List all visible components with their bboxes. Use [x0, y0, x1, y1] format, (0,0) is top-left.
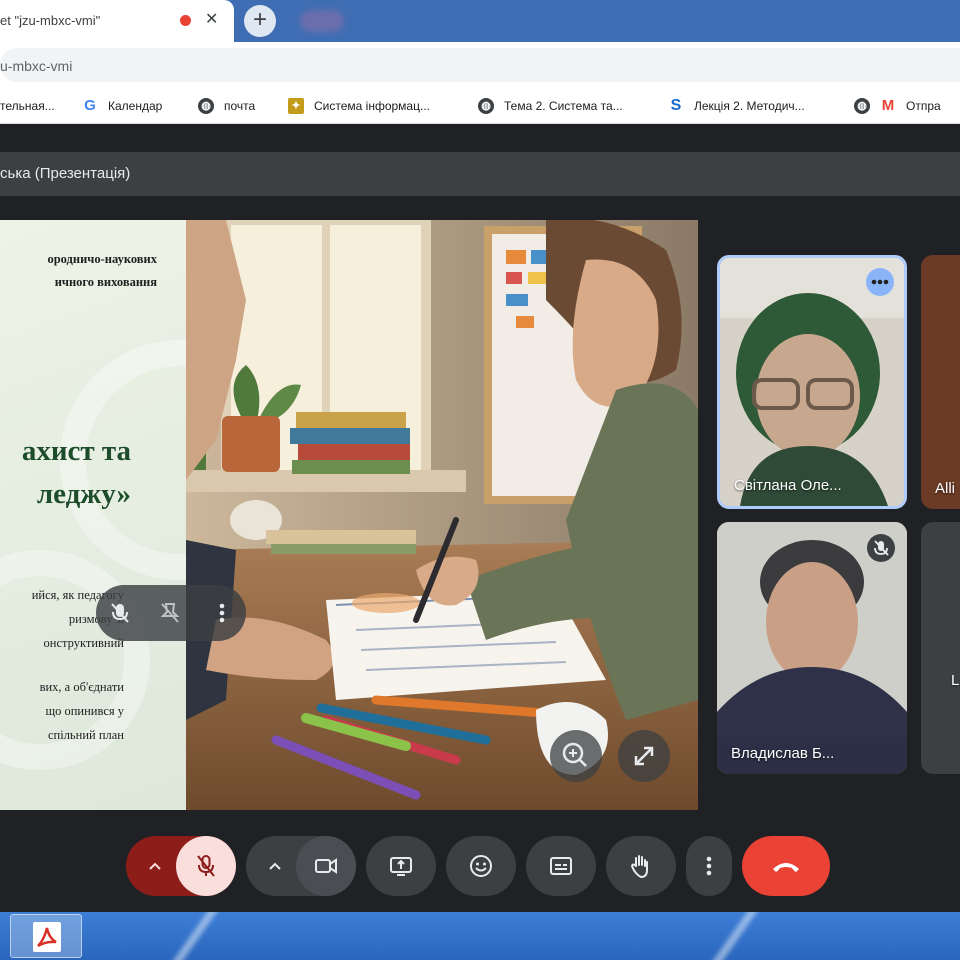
slide-text-panel: ородничо-наукових ичного виховання ахист…: [0, 220, 186, 810]
slide-subtitle-line: ородничо-наукових: [47, 252, 157, 266]
bookmark-label: почта: [224, 99, 256, 113]
tab-title: et "jzu-mbxc-vmi": [0, 13, 101, 28]
slide-subtitle-line: ичного виховання: [54, 275, 157, 289]
participant-name: Alli: [935, 480, 956, 497]
extension-icon[interactable]: [300, 10, 344, 32]
bookmarks-bar: тельная... G Календар ◍ почта ✦ Система …: [0, 86, 960, 124]
bookmark-item[interactable]: S Лекція 2. Методич...: [668, 96, 805, 116]
mic-off-icon: [197, 855, 215, 877]
bookmark-label: Отпра: [906, 99, 941, 113]
s-logo-icon: S: [668, 98, 684, 114]
gmail-icon: M: [880, 97, 896, 114]
zoom-in-button[interactable]: [550, 730, 602, 782]
participant-tile[interactable]: Світлана Оле...: [717, 255, 907, 509]
emoji-icon: [470, 855, 492, 877]
bookmark-label: Календар: [108, 99, 163, 113]
url-text: u-mbxc-vmi: [0, 58, 73, 74]
meet-window: ська (Презентація) ородничо-наукових ичн…: [0, 124, 960, 912]
captions-button[interactable]: [526, 836, 596, 896]
bookmark-item[interactable]: ◍ M Отпра: [854, 96, 941, 116]
expand-icon: [634, 746, 654, 766]
raise-hand-icon: [630, 855, 648, 879]
participant-muted-indicator: [867, 534, 895, 562]
bookmark-label: тельная...: [0, 99, 55, 113]
slide-body-line: вих, а об'єднати: [39, 680, 124, 694]
chevron-up-icon: [269, 862, 281, 870]
pin-off-icon: [160, 603, 180, 623]
participant-name: Владислав Б...: [731, 745, 835, 762]
bookmark-item[interactable]: тельная...: [0, 96, 55, 116]
address-bar: u-mbxc-vmi: [0, 42, 960, 86]
tile-more-button[interactable]: [208, 599, 236, 627]
slide-headline-line: леджу»: [36, 478, 131, 510]
url-field[interactable]: u-mbxc-vmi: [0, 48, 960, 82]
more-vert-icon: [706, 856, 712, 876]
meet-tab[interactable]: et "jzu-mbxc-vmi" ✕: [0, 0, 234, 42]
present-screen-icon: [390, 857, 412, 876]
more-options-button[interactable]: [686, 836, 732, 896]
recording-indicator-icon: [180, 15, 191, 26]
leave-call-button[interactable]: [742, 836, 830, 896]
mute-participant-button[interactable]: [106, 599, 134, 627]
zoom-in-icon: [562, 742, 587, 767]
bookmark-item[interactable]: ◍ почта: [198, 96, 255, 116]
windows-taskbar: [0, 912, 960, 960]
globe-icon: ◍: [478, 98, 494, 114]
new-tab-button[interactable]: +: [244, 5, 276, 37]
more-vert-icon: [219, 603, 225, 623]
slide-body-line: що опинився у: [45, 704, 124, 718]
square-logo-icon: ✦: [288, 98, 304, 114]
presenter-title: ська (Презентація): [0, 165, 131, 182]
present-button[interactable]: [366, 836, 436, 896]
camera-toggle-button[interactable]: [296, 836, 356, 896]
participant-tile[interactable]: Владислав Б...: [717, 522, 907, 774]
bookmark-label: Лекція 2. Методич...: [694, 99, 805, 113]
google-icon: G: [82, 98, 98, 114]
browser-tabstrip: et "jzu-mbxc-vmi" ✕ +: [0, 0, 960, 42]
slide-headline-line: ахист та: [21, 435, 131, 467]
participant-name: Світлана Оле...: [734, 477, 842, 494]
presentation-bar: ська (Презентація): [0, 152, 960, 196]
fullscreen-button[interactable]: [618, 730, 670, 782]
tab-close-icon[interactable]: ✕: [205, 9, 218, 29]
more-horiz-icon: [871, 279, 889, 285]
taskbar-decoration: [146, 912, 222, 960]
mic-off-icon: [111, 603, 129, 623]
bookmark-item[interactable]: G Календар: [82, 96, 162, 116]
bookmark-item[interactable]: ✦ Система інформац...: [288, 96, 430, 116]
bookmark-item[interactable]: ◍ Тема 2. Система та...: [478, 96, 623, 116]
camera-icon: [315, 858, 337, 874]
bookmark-label: Тема 2. Система та...: [504, 99, 623, 113]
acrobat-pdf-icon: [33, 922, 61, 952]
raise-hand-button[interactable]: [606, 836, 676, 896]
participant-tile[interactable]: Alli: [921, 255, 960, 509]
taskbar-decoration: [686, 912, 762, 960]
mic-toggle-button[interactable]: [176, 836, 236, 896]
slide-illustration: [186, 220, 698, 810]
mic-off-icon: [874, 540, 889, 556]
participant-name: L: [951, 672, 960, 689]
emoji-button[interactable]: [446, 836, 516, 896]
slide-body-line: спільний план: [47, 728, 124, 742]
meet-control-bar: [0, 828, 960, 912]
pinned-tile-controls: [96, 585, 246, 641]
captions-icon: [550, 857, 572, 875]
presentation-stage[interactable]: ородничо-наукових ичного виховання ахист…: [0, 220, 698, 810]
tile-more-options-button[interactable]: [866, 268, 894, 296]
globe-icon: ◍: [854, 98, 870, 114]
globe-icon: ◍: [198, 98, 214, 114]
chevron-up-icon: [149, 862, 161, 870]
acrobat-taskbar-button[interactable]: [10, 914, 82, 958]
hang-up-icon: [773, 863, 799, 872]
pin-toggle-button[interactable]: [156, 599, 184, 627]
bookmark-label: Система інформац...: [314, 99, 430, 113]
participant-tile[interactable]: L: [921, 522, 960, 774]
